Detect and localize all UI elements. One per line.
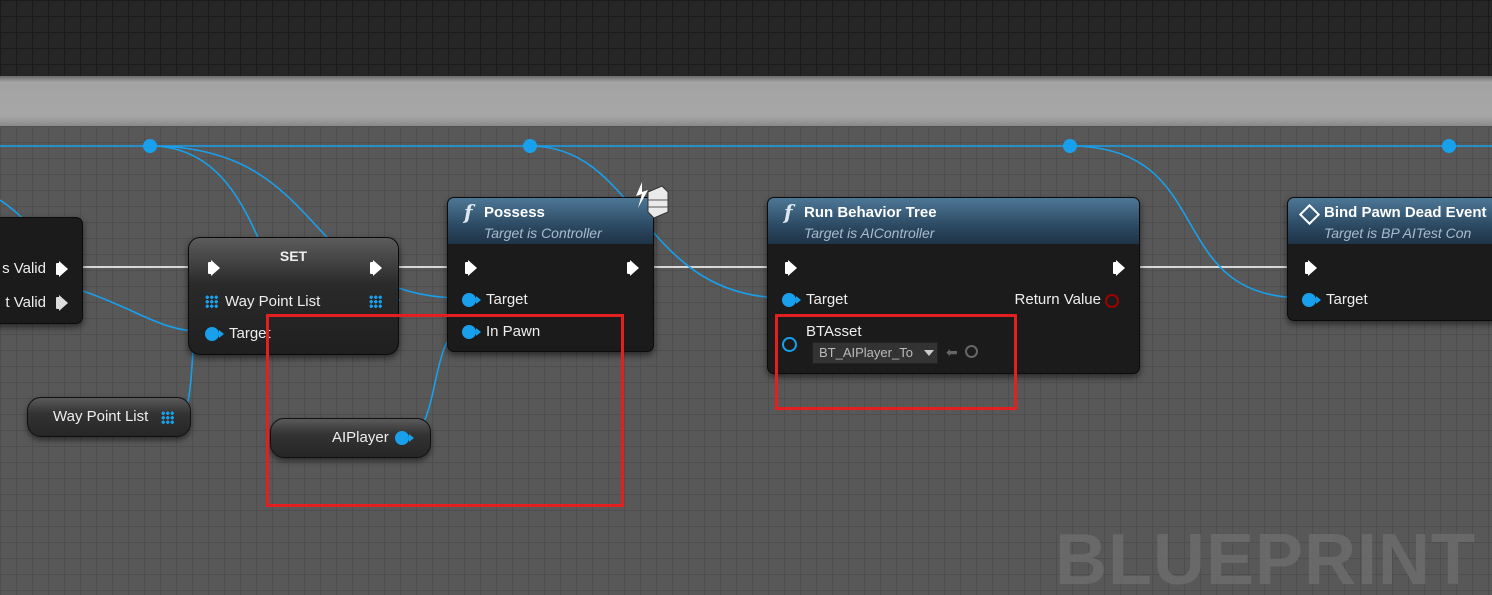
bind-event-header: Bind Pawn Dead Event Target is BP AITest… [1288,198,1492,244]
reroute-node[interactable] [1442,139,1456,153]
bind-event-subtitle: Target is BP AITest Con [1324,225,1472,241]
possess-title: Possess [484,204,545,221]
blueprint-editor: s Valid t Valid SET Way Point List Targe… [0,0,1492,595]
array-icon[interactable] [205,295,218,308]
run-bt-subtitle: Target is AIController [804,225,935,241]
authority-only-icon [636,182,669,219]
run-bt-target-label: Target [806,291,848,308]
highlight-box-possess-pawn [266,314,624,507]
set-exec-out-pin[interactable] [370,260,382,276]
bind-exec-in-pin[interactable] [1305,260,1317,276]
reroute-node[interactable] [523,139,537,153]
reroute-node[interactable] [143,139,157,153]
run-bt-exec-out-pin[interactable] [1113,260,1125,276]
way-point-list-label: Way Point List [53,408,149,425]
set-var-pin-label: Way Point List [225,293,321,310]
set-target-pin-label: Target [229,325,271,342]
reroute-node[interactable] [1063,139,1077,153]
set-node-title: SET [279,248,308,264]
highlight-box-btasset [775,314,1017,410]
is-valid-pin-label: s Valid [2,260,46,277]
array-icon[interactable] [161,411,174,424]
run-bt-header: f Run Behavior Tree Target is AIControll… [768,198,1139,244]
blueprint-watermark: BLUEPRINT [1055,520,1476,595]
function-icon: f [464,200,473,224]
possess-exec-in-pin[interactable] [465,260,477,276]
possess-target-pin[interactable] [462,293,481,307]
is-valid-exec-pin[interactable] [56,261,68,277]
array-icon[interactable] [369,295,382,308]
run-bt-exec-in-pin[interactable] [785,260,797,276]
bind-target-label: Target [1326,291,1368,308]
possess-subtitle: Target is Controller [484,225,602,241]
not-valid-exec-pin[interactable] [56,295,68,311]
not-valid-pin-label: t Valid [5,294,46,311]
function-icon: f [784,200,793,224]
way-point-list-getter[interactable]: Way Point List [27,397,191,437]
possess-header: f Possess Target is Controller [448,198,653,244]
possess-exec-out-pin[interactable] [627,260,639,276]
event-diamond-icon [1298,203,1321,226]
set-exec-in-pin[interactable] [208,260,220,276]
possess-target-label: Target [486,291,528,308]
run-bt-target-pin[interactable] [782,293,801,307]
bind-event-title: Bind Pawn Dead Event [1324,204,1487,221]
is-valid-node[interactable]: s Valid t Valid [0,217,83,324]
set-target-pin[interactable] [205,327,224,341]
run-bt-title: Run Behavior Tree [804,204,937,221]
bind-target-pin[interactable] [1302,293,1321,307]
run-bt-return-label: Return Value [1014,291,1101,308]
bind-pawn-dead-event-node[interactable]: Bind Pawn Dead Event Target is BP AITest… [1287,197,1492,321]
return-value-pin[interactable] [1105,294,1119,308]
